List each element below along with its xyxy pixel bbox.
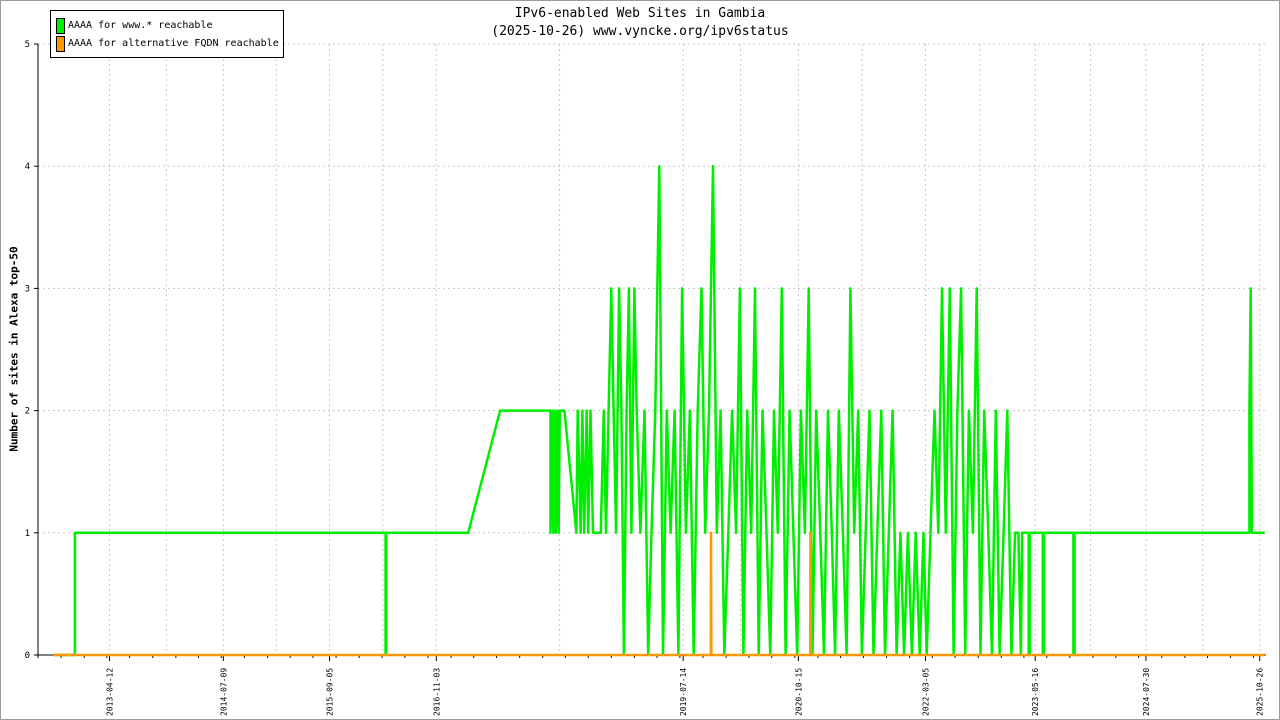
x-tick-label: 2022-03-05 [921, 668, 930, 716]
chart-plot: 0 1 2 3 4 5 2013-04-12 2014-07-09 2015-09-05 2016… [25, 40, 1266, 716]
x-tick-label: 2015-09-05 [326, 668, 335, 716]
chart-legend: AAAA for www.* reachable AAAA for altern… [50, 10, 284, 58]
y-tick-label: 5 [25, 40, 30, 50]
x-tick-label: 2023-05-16 [1031, 668, 1040, 716]
legend-label-fqdn: AAAA for alternative FQDN reachable [68, 38, 279, 49]
x-tick-label: 2020-10-15 [794, 668, 803, 716]
x-tick-label: 2013-04-12 [106, 668, 115, 716]
y-tick-label: 1 [25, 529, 30, 539]
y-tick-label: 0 [25, 651, 30, 661]
x-tick-label: 2016-11-03 [432, 668, 441, 716]
y-axis-label: Number of sites in Alexa top-50 [7, 246, 21, 452]
x-tick-label: 2014-07-09 [219, 668, 228, 716]
legend-label-www: AAAA for www.* reachable [68, 20, 213, 31]
y-tick-label: 4 [25, 162, 30, 172]
legend-swatch-fqdn [56, 36, 65, 52]
y-tick-label: 2 [25, 407, 30, 417]
legend-swatch-www [56, 18, 65, 34]
y-tick-label: 3 [25, 284, 30, 294]
x-tick-label: 2024-07-30 [1142, 668, 1151, 716]
x-tick-label: 2019-07-14 [679, 668, 688, 716]
series-line-fqdn [53, 531, 1265, 657]
x-tick-label: 2025-10-26 [1256, 668, 1265, 716]
